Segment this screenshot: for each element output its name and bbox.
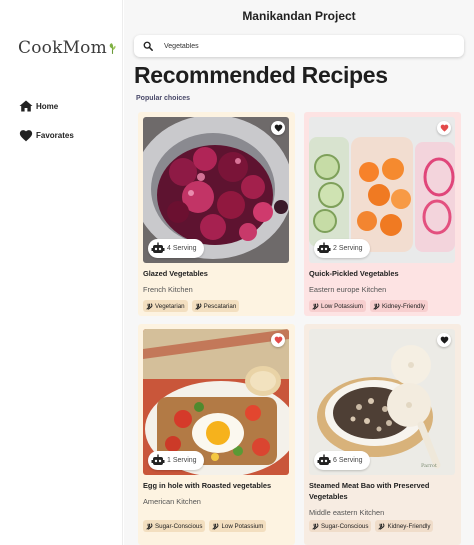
diet-tag: Kidney-Friendly <box>375 520 434 532</box>
utensils-icon <box>212 522 219 530</box>
leaf-icon <box>109 42 116 54</box>
project-title: Manikandan Project <box>242 9 356 23</box>
logo-text: CookMom <box>18 38 107 58</box>
recipe-card-egg-in-hole[interactable]: 1 Serving Egg in hole with Roasted veget… <box>138 324 295 545</box>
serving-text: 4 Serving <box>167 245 197 252</box>
serving-text: 1 Serving <box>167 457 197 464</box>
heart-icon <box>440 124 448 132</box>
tag-list: Sugar-Conscious Kidney-Friendly <box>309 520 437 532</box>
utensils-icon <box>373 302 380 310</box>
favorite-button[interactable] <box>437 121 451 135</box>
diet-tag: Low Potassium <box>309 300 366 312</box>
utensils-icon <box>194 302 202 310</box>
recipe-cuisine: Middle eastern Kitchen <box>309 508 385 517</box>
recipe-cuisine: American Kitchen <box>143 497 201 506</box>
recipe-photo[interactable]: 2 Serving <box>309 117 455 263</box>
favorite-button[interactable] <box>271 121 285 135</box>
sidebar-item-label: Favorates <box>36 131 74 140</box>
utensils-icon <box>146 522 153 530</box>
tag-label: Sugar-Conscious <box>155 522 203 530</box>
tag-label: Vegetarian <box>155 302 185 310</box>
serving-text: 6 Serving <box>333 457 363 464</box>
utensils-icon <box>146 302 153 310</box>
serving-badge: 4 Serving <box>148 239 204 258</box>
recipe-photo[interactable]: 4 Serving <box>143 117 289 263</box>
serving-robot-icon <box>151 454 165 465</box>
recipe-photo[interactable]: 1 Serving <box>143 329 289 475</box>
serving-badge: 2 Serving <box>314 239 370 258</box>
recipe-photo[interactable]: Parrot 6 Serving <box>309 329 455 475</box>
diet-tag: Sugar-Conscious <box>309 520 372 532</box>
tag-list: Sugar-Conscious Low Potassium <box>143 520 270 532</box>
search-bar[interactable] <box>134 35 464 57</box>
recipe-card-glazed-vegetables[interactable]: 4 Serving Glazed Vegetables French Kitch… <box>138 112 295 316</box>
sidebar-item-home[interactable]: Home <box>19 100 58 112</box>
heart-icon <box>440 336 448 344</box>
heart-icon <box>19 130 33 142</box>
diet-tag: Pescatarian <box>191 300 240 312</box>
tag-label: Pescatarian <box>203 302 237 310</box>
utensils-icon <box>378 522 385 530</box>
tag-label: Sugar-Conscious <box>321 522 369 530</box>
section-subtitle: Popular choices <box>136 95 191 102</box>
recipe-title[interactable]: Glazed Vegetables <box>143 268 290 279</box>
tag-list: Vegetarian Pescatarian <box>143 300 290 312</box>
recipe-title[interactable]: Quick-Pickled Vegetables <box>309 268 456 279</box>
diet-tag: Kidney-Friendly <box>369 300 428 312</box>
tag-label: Kidney-Friendly <box>381 302 425 310</box>
search-icon[interactable] <box>143 41 153 51</box>
home-icon <box>19 100 33 112</box>
diet-tag: Vegetarian <box>143 300 188 312</box>
recipe-title[interactable]: Steamed Meat Bao with Preserved Vegetabl… <box>309 480 456 502</box>
recipe-cuisine: French Kitchen <box>143 285 193 294</box>
recipe-title[interactable]: Egg in hole with Roasted vegetables <box>143 480 290 491</box>
utensils-icon <box>312 522 319 530</box>
sidebar-item-favorites[interactable]: Favorates <box>19 129 74 142</box>
recipe-card-quick-pickled-vegetables[interactable]: 2 Serving Quick-Pickled Vegetables Easte… <box>304 112 461 316</box>
page-title: Recommended Recipes <box>134 62 388 88</box>
heart-icon <box>274 124 282 132</box>
app-logo[interactable]: CookMom <box>18 38 117 58</box>
recipe-card-steamed-meat-bao[interactable]: Parrot 6 Serving Steamed Meat Bao with P… <box>304 324 461 545</box>
tag-list: Low Potassium Kidney-Friendly <box>309 300 456 312</box>
tag-label: Low Potassium <box>221 522 264 530</box>
diet-tag: Sugar-Conscious <box>143 520 206 532</box>
search-input[interactable] <box>164 42 444 50</box>
svg-text:Parrot: Parrot <box>421 463 437 469</box>
utensils-icon <box>312 302 319 310</box>
favorite-button[interactable] <box>437 333 451 347</box>
serving-badge: 1 Serving <box>148 451 204 470</box>
recipe-cuisine: Eastern europe Kitchen <box>309 285 387 294</box>
main-content: Manikandan Project Recommended Recipes P… <box>124 0 474 545</box>
tag-label: Low Potassium <box>321 302 363 310</box>
tag-label: Kidney-Friendly <box>387 522 431 530</box>
sidebar: CookMom Home Favorates <box>0 0 123 545</box>
heart-icon <box>274 336 282 344</box>
serving-badge: 6 Serving <box>314 451 370 470</box>
serving-robot-icon <box>151 242 165 253</box>
sidebar-item-label: Home <box>36 101 59 111</box>
serving-text: 2 Serving <box>333 245 363 252</box>
serving-robot-icon <box>317 242 331 253</box>
diet-tag: Low Potassium <box>209 520 267 532</box>
favorite-button[interactable] <box>271 333 285 347</box>
serving-robot-icon <box>317 454 331 465</box>
